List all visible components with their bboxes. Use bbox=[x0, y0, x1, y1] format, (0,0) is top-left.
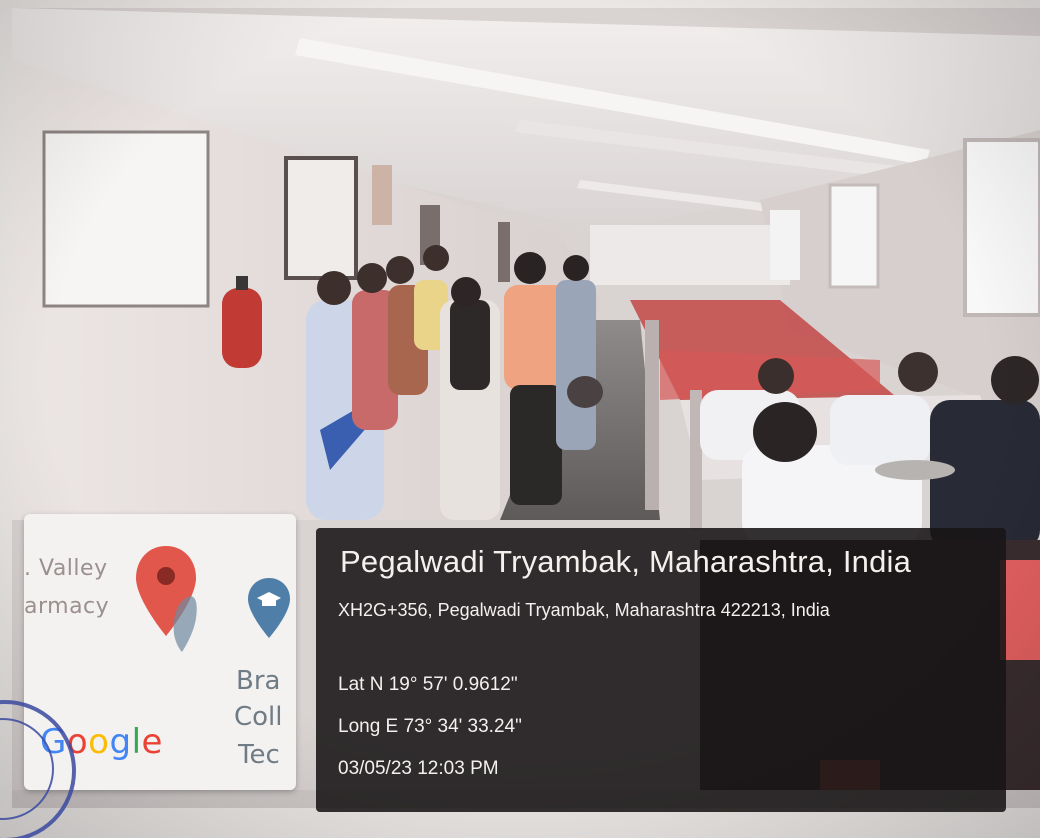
google-letter: o bbox=[88, 722, 110, 762]
geotagged-photo: . Valley armacy Bra Coll Tec Google Pega… bbox=[0, 0, 1040, 838]
datetime: 03/05/23 12:03 PM bbox=[338, 758, 499, 779]
map-label: . Valley bbox=[24, 556, 108, 581]
map-pin-shadow-icon bbox=[173, 596, 197, 652]
location-title: Pegalwadi Tryambak, Maharashtra, India bbox=[340, 544, 912, 579]
school-poi-icon bbox=[248, 578, 290, 638]
location-address: XH2G+356, Pegalwadi Tryambak, Maharashtr… bbox=[338, 600, 830, 620]
map-label: Coll bbox=[234, 702, 283, 732]
google-letter: g bbox=[109, 722, 132, 762]
map-label: armacy bbox=[24, 594, 110, 619]
google-letter: l bbox=[131, 722, 142, 762]
map-label: Tec bbox=[238, 740, 280, 770]
longitude: Long E 73° 34' 33.24" bbox=[338, 716, 522, 737]
location-card: Pegalwadi Tryambak, Maharashtra, India X… bbox=[316, 528, 1006, 812]
map-label: Bra bbox=[236, 666, 281, 696]
google-letter: e bbox=[141, 722, 163, 762]
latitude: Lat N 19° 57' 0.9612" bbox=[338, 674, 518, 695]
